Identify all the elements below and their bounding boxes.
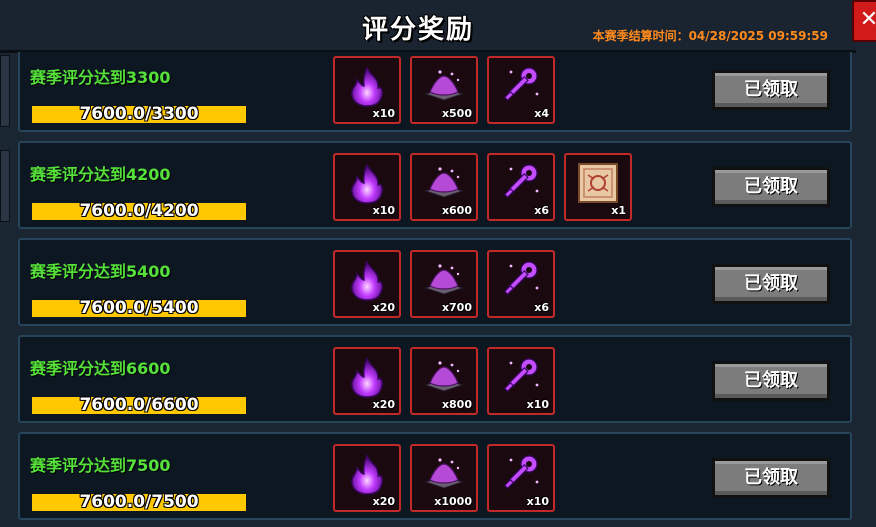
reward-quantity: x20	[372, 398, 395, 411]
reward-threshold-label: 赛季评分达到5400	[30, 262, 171, 281]
claimed-button[interactable]: 已领取	[712, 167, 830, 207]
reward-slot[interactable]: x10	[333, 56, 401, 124]
side-tab[interactable]	[0, 150, 10, 222]
side-tab[interactable]	[0, 55, 10, 127]
progress-text: 7600.0/3300	[79, 104, 199, 124]
flame-icon	[345, 355, 389, 399]
scroll-icon	[576, 161, 620, 205]
key-icon	[499, 355, 543, 399]
season-end-time: 本赛季结算时间：04/28/2025 09:59:59	[592, 29, 828, 43]
reward-slot[interactable]: x10	[487, 444, 555, 512]
reward-threshold-label: 赛季评分达到4200	[30, 165, 171, 184]
claimed-button[interactable]: 已领取	[712, 361, 830, 401]
close-button[interactable]: ✕	[852, 0, 876, 42]
reward-quantity: x20	[372, 301, 395, 314]
score-progress-bar: 7600.0/5400	[32, 298, 246, 318]
reward-threshold-label: 赛季评分达到7500	[30, 456, 171, 475]
flame-icon	[345, 161, 389, 205]
flame-icon	[345, 452, 389, 496]
score-progress-bar: 7600.0/3300	[32, 104, 246, 124]
reward-slot[interactable]: x1000	[410, 444, 478, 512]
progress-text: 7600.0/4200	[79, 201, 199, 221]
reward-quantity: x10	[526, 495, 549, 508]
reward-quantity: x800	[441, 398, 472, 411]
reward-slot[interactable]: x20	[333, 250, 401, 318]
reward-quantity: x1	[611, 204, 626, 217]
close-icon: ✕	[859, 7, 876, 32]
score-progress-bar: 7600.0/7500	[32, 492, 246, 512]
key-icon	[499, 258, 543, 302]
reward-slot[interactable]: x20	[333, 347, 401, 415]
claimed-button[interactable]: 已领取	[712, 70, 830, 110]
reward-quantity: x600	[441, 204, 472, 217]
powder-pile-icon	[422, 258, 466, 302]
reward-slot[interactable]: x500	[410, 56, 478, 124]
panel-header: 评分奖励 本赛季结算时间：04/28/2025 09:59:59	[0, 0, 856, 53]
reward-threshold-label: 赛季评分达到3300	[30, 68, 171, 87]
reward-slot[interactable]: x10	[487, 347, 555, 415]
reward-slot[interactable]: x800	[410, 347, 478, 415]
reward-threshold-label: 赛季评分达到6600	[30, 359, 171, 378]
powder-pile-icon	[422, 355, 466, 399]
reward-row: 赛季评分达到5400 7600.0/5400 x20 x700 x6 已领取	[18, 238, 852, 326]
powder-pile-icon	[422, 161, 466, 205]
reward-slot[interactable]: x10	[333, 153, 401, 221]
progress-text: 7600.0/6600	[79, 395, 199, 415]
reward-quantity: x6	[534, 204, 549, 217]
reward-slot[interactable]: x700	[410, 250, 478, 318]
reward-slot[interactable]: x4	[487, 56, 555, 124]
flame-icon	[345, 258, 389, 302]
reward-quantity: x20	[372, 495, 395, 508]
progress-text: 7600.0/5400	[79, 298, 199, 318]
reward-slot[interactable]: x20	[333, 444, 401, 512]
reward-quantity: x6	[534, 301, 549, 314]
score-progress-bar: 7600.0/4200	[32, 201, 246, 221]
reward-panel: 评分奖励 本赛季结算时间：04/28/2025 09:59:59 ✕ 赛季评分达…	[0, 0, 876, 527]
key-icon	[499, 64, 543, 108]
reward-quantity: x500	[441, 107, 472, 120]
reward-row: 赛季评分达到7500 7600.0/7500 x20 x1000 x10 已领取	[18, 432, 852, 520]
reward-quantity: x10	[526, 398, 549, 411]
reward-slot[interactable]: x6	[487, 153, 555, 221]
reward-row: 赛季评分达到6600 7600.0/6600 x20 x800 x10 已领取	[18, 335, 852, 423]
flame-icon	[345, 64, 389, 108]
progress-text: 7600.0/7500	[79, 492, 199, 512]
reward-quantity: x700	[441, 301, 472, 314]
reward-row: 赛季评分达到3300 7600.0/3300 x10 x500 x4 已领取	[18, 52, 852, 132]
reward-slot[interactable]: x600	[410, 153, 478, 221]
key-icon	[499, 452, 543, 496]
claimed-button[interactable]: 已领取	[712, 458, 830, 498]
reward-quantity: x1000	[434, 495, 472, 508]
reward-quantity: x10	[372, 204, 395, 217]
key-icon	[499, 161, 543, 205]
reward-slot[interactable]: x6	[487, 250, 555, 318]
claimed-button[interactable]: 已领取	[712, 264, 830, 304]
powder-pile-icon	[422, 64, 466, 108]
powder-pile-icon	[422, 452, 466, 496]
reward-list[interactable]: 赛季评分达到3300 7600.0/3300 x10 x500 x4 已领取 赛季评分达到4…	[18, 52, 854, 522]
reward-quantity: x4	[534, 107, 549, 120]
reward-row: 赛季评分达到4200 7600.0/4200 x10 x600 x6 x1 已领取	[18, 141, 852, 229]
reward-quantity: x10	[372, 107, 395, 120]
reward-slot[interactable]: x1	[564, 153, 632, 221]
score-progress-bar: 7600.0/6600	[32, 395, 246, 415]
